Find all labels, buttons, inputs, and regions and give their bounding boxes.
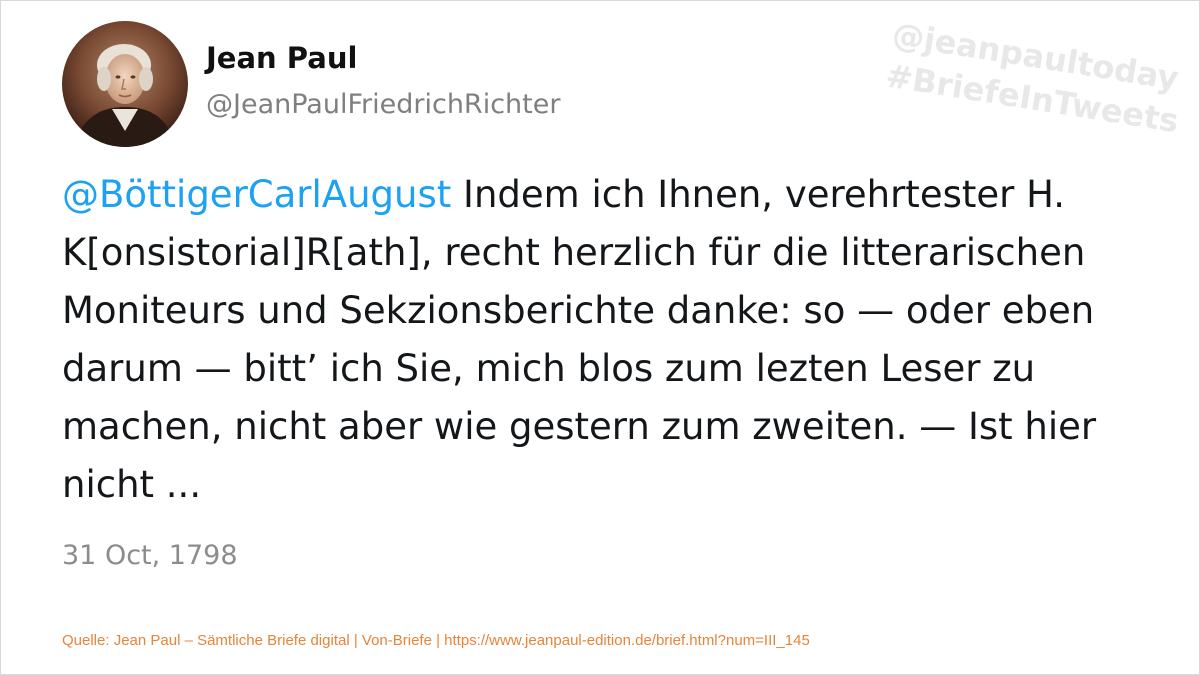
mention-link[interactable]: @BöttigerCarlAugust	[62, 173, 451, 216]
display-name[interactable]: Jean Paul	[206, 41, 357, 75]
tweet-date: 31 Oct, 1798	[62, 540, 238, 571]
portrait-avatar-icon	[62, 21, 188, 147]
source-citation: Quelle: Jean Paul – Sämtliche Briefe dig…	[62, 632, 810, 649]
tweet-card: Jean Paul @JeanPaulFriedrichRichter @jea…	[0, 0, 1200, 675]
tweet-text: @BöttigerCarlAugust Indem ich Ihnen, ver…	[62, 166, 1152, 514]
tweet-text-body: Indem ich Ihnen, verehrtester H. K[onsis…	[62, 173, 1097, 506]
user-handle[interactable]: @JeanPaulFriedrichRichter	[206, 89, 560, 120]
avatar[interactable]	[62, 21, 188, 147]
